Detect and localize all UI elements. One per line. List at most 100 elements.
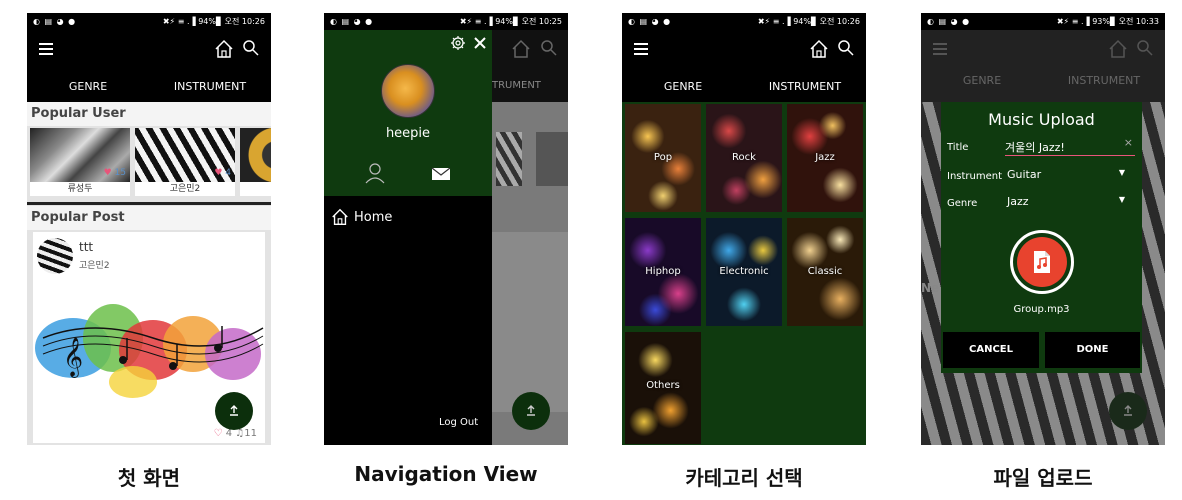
user-card[interactable]: ♥ 15 류성두: [30, 128, 130, 196]
home-icon[interactable]: [213, 38, 235, 60]
instrument-select-value: Guitar: [1007, 168, 1042, 181]
category-tile-rock[interactable]: Rock: [706, 104, 782, 212]
status-bar: ◐ ▤ ◕ ● ✖⚡ ≡ .▐ 94%▊ 오전 10:26: [27, 13, 271, 30]
cancel-button[interactable]: CANCEL: [943, 332, 1039, 368]
status-icons-left: ◐ ▤ ◕ ●: [330, 17, 374, 26]
status-icons-right: ✖⚡ ≡ .▐ 94%▊ 오전 10:26: [162, 17, 265, 26]
caption-category: 카테고리 선택: [685, 466, 803, 490]
user-photo-record: [240, 128, 271, 182]
category-tile-pop[interactable]: Pop: [625, 104, 701, 212]
title-input-value: 겨울의 Jazz!: [1005, 141, 1065, 154]
instrument-select[interactable]: Guitar ▼: [1007, 168, 1125, 184]
category-label: Others: [646, 380, 680, 391]
dimmed-record-card: [536, 132, 568, 186]
audio-file-icon: [1017, 237, 1067, 287]
dimmed-tab-instrument: INSTRUMENT: [1067, 74, 1141, 87]
screen-navigation: ◐ ▤ ◕ ● ✖⚡ ≡ .▐ 94%▊ 오전 10:25 TRUMENT he…: [324, 13, 568, 445]
done-button[interactable]: DONE: [1045, 332, 1140, 368]
avatar[interactable]: [381, 64, 435, 118]
category-tile-electronic[interactable]: Electronic: [706, 218, 782, 326]
search-icon[interactable]: [242, 39, 260, 57]
tab-genre[interactable]: GENRE: [622, 72, 744, 102]
category-label: Electronic: [719, 266, 769, 277]
section-divider: [27, 202, 271, 205]
user-name: 고은민2: [169, 184, 201, 194]
menu-icon[interactable]: [634, 43, 648, 55]
status-bar: ◐ ▤ ◕ ● ✖⚡ ≡ .▐ 94%▊ 오전 10:25: [324, 13, 568, 30]
heart-icon: ♥: [103, 168, 112, 178]
user-card-partial[interactable]: [240, 128, 271, 196]
dimmed-tab-genre: GENRE: [962, 74, 1002, 87]
status-icons-left: ◐ ▤ ◕ ●: [33, 17, 77, 26]
home-icon: [1109, 39, 1127, 58]
heart-icon: ♥: [214, 168, 223, 178]
dimmed-post-card: [492, 232, 568, 412]
upload-fab: [512, 392, 550, 430]
svg-text:𝄞: 𝄞: [63, 337, 83, 378]
caption-home: 첫 화면: [117, 466, 181, 490]
upload-icon: [1124, 405, 1132, 416]
category-grid: Pop Rock Jazz Hiphop Electronic Classic …: [622, 102, 866, 445]
category-label: Pop: [653, 152, 673, 163]
close-icon[interactable]: [472, 35, 488, 51]
upload-icon: [527, 405, 535, 416]
upload-fab: [1109, 392, 1147, 430]
user-card[interactable]: ♥ 4 고은민2: [135, 128, 235, 196]
status-icons-left: ◐ ▤ ◕ ●: [927, 17, 971, 26]
tab-instrument[interactable]: INSTRUMENT: [149, 72, 271, 102]
post-plays: 11: [244, 428, 257, 439]
screen-home: ◐ ▤ ◕ ● ✖⚡ ≡ .▐ 94%▊ 오전 10:26 GENRE INST…: [27, 13, 271, 445]
dimmed-appbar: GENRE INSTRUMENT: [921, 30, 1165, 102]
screen-upload: ◐ ▤ ◕ ● ✖⚡ ≡ .▐ 93%▊ 오전 10:33 GENRE INST…: [921, 13, 1165, 445]
caption-navigation: Navigation View: [354, 462, 538, 486]
logout-button[interactable]: Log Out: [439, 417, 478, 428]
category-tile-hiphop[interactable]: Hiphop: [625, 218, 701, 326]
drawer-item-home[interactable]: Home: [330, 206, 392, 228]
menu-icon: [933, 43, 947, 55]
user-likes-count: 15: [114, 168, 126, 178]
home-icon: [512, 39, 530, 58]
message-envelope-icon[interactable]: [431, 167, 451, 181]
upload-fab[interactable]: [215, 392, 253, 430]
home-icon: [332, 208, 348, 225]
dropdown-arrow-icon: ▼: [1118, 168, 1125, 177]
status-icons-right: ✖⚡ ≡ .▐ 94%▊ 오전 10:26: [757, 17, 860, 26]
dimmed-tab-instrument: TRUMENT: [492, 80, 541, 91]
search-icon: [1137, 40, 1153, 56]
tab-genre[interactable]: GENRE: [27, 72, 149, 102]
user-likes: ♥ 15: [104, 168, 126, 178]
home-icon[interactable]: [808, 38, 830, 60]
user-name: 류성두: [67, 184, 93, 194]
tab-instrument[interactable]: INSTRUMENT: [744, 72, 866, 102]
status-icons-right: ✖⚡ ≡ .▐ 93%▊ 오전 10:33: [1056, 17, 1159, 26]
category-tile-classic[interactable]: Classic: [787, 218, 863, 326]
post-title: ttt: [79, 240, 94, 254]
category-label: Rock: [732, 152, 756, 163]
search-icon[interactable]: [837, 39, 855, 57]
settings-gear-icon[interactable]: [450, 35, 466, 51]
dimmed-background[interactable]: TRUMENT: [492, 30, 568, 445]
heart-outline-icon[interactable]: ♡: [214, 428, 223, 439]
status-bar: ◐ ▤ ◕ ● ✖⚡ ≡ .▐ 93%▊ 오전 10:33: [921, 13, 1165, 30]
profile-icon[interactable]: [364, 162, 386, 184]
file-name: Group.mp3: [1013, 304, 1070, 315]
file-select-button[interactable]: [1010, 230, 1074, 294]
dimmed-piano-card: [496, 132, 522, 186]
genre-select[interactable]: Jazz ▼: [1007, 195, 1125, 211]
dropdown-arrow-icon: ▼: [1118, 195, 1125, 204]
menu-icon[interactable]: [39, 43, 53, 55]
app-bar: [27, 30, 271, 72]
category-label: Classic: [807, 266, 843, 277]
clear-icon[interactable]: ×: [1124, 136, 1133, 149]
tab-bar: GENRE INSTRUMENT: [27, 72, 271, 102]
search-icon: [541, 40, 557, 56]
title-input[interactable]: 겨울의 Jazz! ×: [1005, 136, 1135, 156]
genre-label: Genre: [947, 198, 978, 209]
title-label: Title: [947, 142, 969, 153]
category-tile-jazz[interactable]: Jazz: [787, 104, 863, 212]
user-likes: ♥ 4: [214, 168, 231, 178]
category-tile-others[interactable]: Others: [625, 332, 701, 444]
navigation-drawer: heepie Home Log Out: [324, 30, 492, 445]
popular-user-title: Popular User: [27, 102, 271, 126]
avatar: [37, 238, 73, 274]
